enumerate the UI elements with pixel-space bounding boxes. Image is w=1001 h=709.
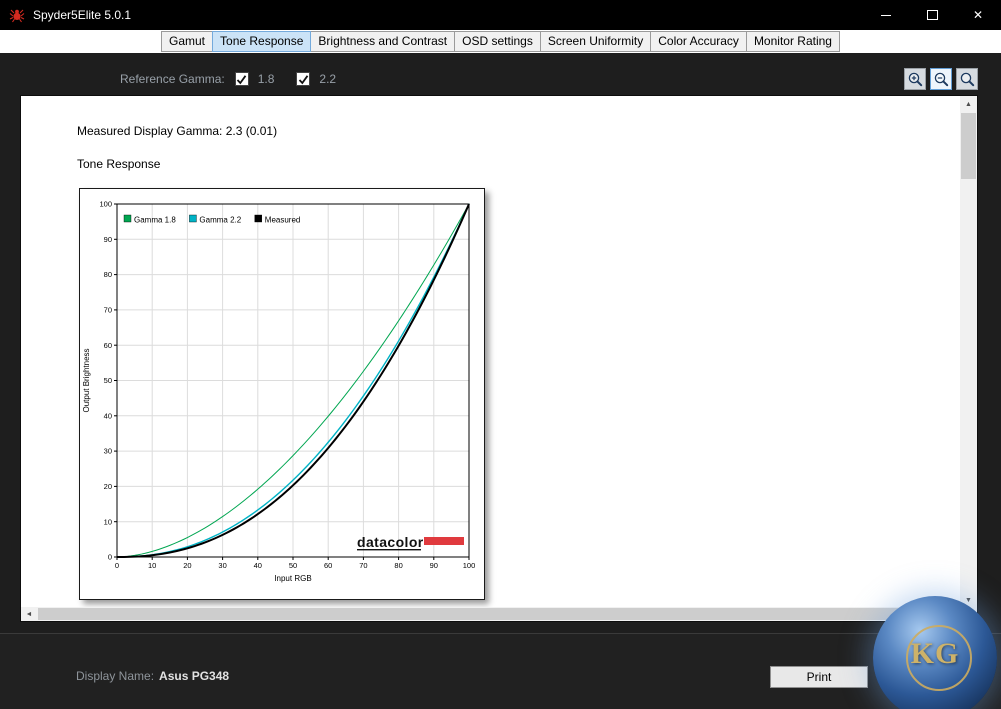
display-name-value: Asus PG348 bbox=[159, 669, 229, 683]
window-controls: ✕ bbox=[863, 0, 1001, 30]
svg-text:10: 10 bbox=[148, 561, 156, 570]
gamma-18-checkbox[interactable] bbox=[235, 72, 249, 86]
svg-text:0: 0 bbox=[115, 561, 119, 570]
gamma-22-label: 2.2 bbox=[319, 72, 336, 86]
vertical-scrollbar-thumb[interactable] bbox=[961, 113, 976, 179]
scroll-up-button[interactable]: ▲ bbox=[960, 96, 977, 112]
print-button[interactable]: Print bbox=[770, 666, 868, 688]
tab-tone-response[interactable]: Tone Response bbox=[212, 31, 311, 52]
tab-osd-settings[interactable]: OSD settings bbox=[454, 31, 541, 52]
kitguru-watermark: KG bbox=[873, 596, 997, 709]
svg-text:datacolor: datacolor bbox=[357, 534, 424, 550]
tab-screen-uniformity[interactable]: Screen Uniformity bbox=[540, 31, 651, 52]
svg-text:30: 30 bbox=[218, 561, 226, 570]
arrow-left-icon: ◄ bbox=[26, 611, 33, 618]
checkmark-icon bbox=[298, 74, 309, 85]
svg-text:40: 40 bbox=[254, 561, 262, 570]
svg-text:60: 60 bbox=[104, 341, 112, 350]
minimize-button[interactable] bbox=[863, 0, 909, 30]
zoom-out-icon bbox=[933, 71, 950, 88]
tone-response-chart: 0 10 20 30 40 50 60 70 80 90 100 0 10 20 30 40 50 60 70 80 9… bbox=[79, 188, 485, 600]
tone-response-heading: Tone Response bbox=[77, 157, 160, 171]
svg-text:Output Brightness: Output Brightness bbox=[82, 348, 91, 412]
svg-text:70: 70 bbox=[359, 561, 367, 570]
svg-text:80: 80 bbox=[104, 270, 112, 279]
report-panel: Measured Display Gamma: 2.3 (0.01) Tone … bbox=[20, 95, 978, 622]
titlebar: Spyder5Elite 5.0.1 ✕ bbox=[0, 0, 1001, 30]
horizontal-scrollbar-thumb[interactable] bbox=[38, 608, 941, 620]
window-title: Spyder5Elite 5.0.1 bbox=[33, 8, 131, 22]
horizontal-scrollbar[interactable]: ◄ ► bbox=[21, 607, 977, 621]
checkmark-icon bbox=[236, 74, 247, 85]
tab-monitor-rating[interactable]: Monitor Rating bbox=[746, 31, 840, 52]
minimize-icon bbox=[881, 15, 891, 16]
svg-text:50: 50 bbox=[289, 561, 297, 570]
svg-text:80: 80 bbox=[394, 561, 402, 570]
svg-text:Measured: Measured bbox=[265, 216, 301, 225]
gamma-22-checkbox[interactable] bbox=[296, 72, 310, 86]
svg-text:Input RGB: Input RGB bbox=[274, 574, 311, 583]
maximize-button[interactable] bbox=[909, 0, 955, 30]
kg-monogram: KG bbox=[873, 637, 997, 671]
svg-text:50: 50 bbox=[104, 376, 112, 385]
kitguru-orb-icon: KG bbox=[873, 596, 997, 709]
zoom-controls bbox=[904, 68, 978, 90]
arrow-up-icon: ▲ bbox=[965, 101, 972, 108]
svg-text:Gamma 1.8: Gamma 1.8 bbox=[134, 216, 176, 225]
vertical-scrollbar[interactable]: ▲ ▼ bbox=[960, 96, 977, 608]
zoom-reset-icon bbox=[959, 71, 976, 88]
display-name-label: Display Name: bbox=[76, 669, 154, 683]
tab-gamut[interactable]: Gamut bbox=[161, 31, 213, 52]
svg-text:10: 10 bbox=[104, 517, 112, 526]
reference-gamma-toolbar: Reference Gamma: 1.8 2.2 bbox=[120, 69, 336, 89]
gamma-18-label: 1.8 bbox=[258, 72, 275, 86]
tab-brightness-and-contrast[interactable]: Brightness and Contrast bbox=[310, 31, 455, 52]
spyder5elite-window: Spyder5Elite 5.0.1 ✕ Gamut Tone Response… bbox=[0, 0, 1001, 709]
close-window-button[interactable]: ✕ bbox=[955, 0, 1001, 30]
zoom-in-icon bbox=[907, 71, 924, 88]
display-name: Display Name: Asus PG348 bbox=[76, 669, 229, 683]
svg-text:100: 100 bbox=[463, 561, 476, 570]
maximize-icon bbox=[927, 10, 938, 20]
svg-text:100: 100 bbox=[99, 200, 112, 209]
svg-text:90: 90 bbox=[104, 235, 112, 244]
svg-text:90: 90 bbox=[430, 561, 438, 570]
tab-bar: Gamut Tone Response Brightness and Contr… bbox=[0, 30, 1001, 53]
svg-text:40: 40 bbox=[104, 411, 112, 420]
zoom-out-button[interactable] bbox=[930, 68, 952, 90]
svg-text:30: 30 bbox=[104, 447, 112, 456]
zoom-reset-button[interactable] bbox=[956, 68, 978, 90]
zoom-in-button[interactable] bbox=[904, 68, 926, 90]
measured-gamma-text: Measured Display Gamma: 2.3 (0.01) bbox=[77, 124, 277, 138]
spyder-logo-icon bbox=[9, 7, 25, 23]
footer-bar: Display Name:Asus PG348 Print Close bbox=[0, 633, 1001, 709]
svg-text:20: 20 bbox=[104, 482, 112, 491]
svg-text:70: 70 bbox=[104, 306, 112, 315]
svg-text:Gamma 2.2: Gamma 2.2 bbox=[199, 216, 241, 225]
close-icon: ✕ bbox=[973, 9, 983, 21]
reference-gamma-label: Reference Gamma: bbox=[120, 72, 225, 86]
svg-text:60: 60 bbox=[324, 561, 332, 570]
svg-text:20: 20 bbox=[183, 561, 191, 570]
tab-color-accuracy[interactable]: Color Accuracy bbox=[650, 31, 747, 52]
scroll-left-button[interactable]: ◄ bbox=[21, 607, 37, 621]
svg-text:0: 0 bbox=[108, 553, 112, 562]
